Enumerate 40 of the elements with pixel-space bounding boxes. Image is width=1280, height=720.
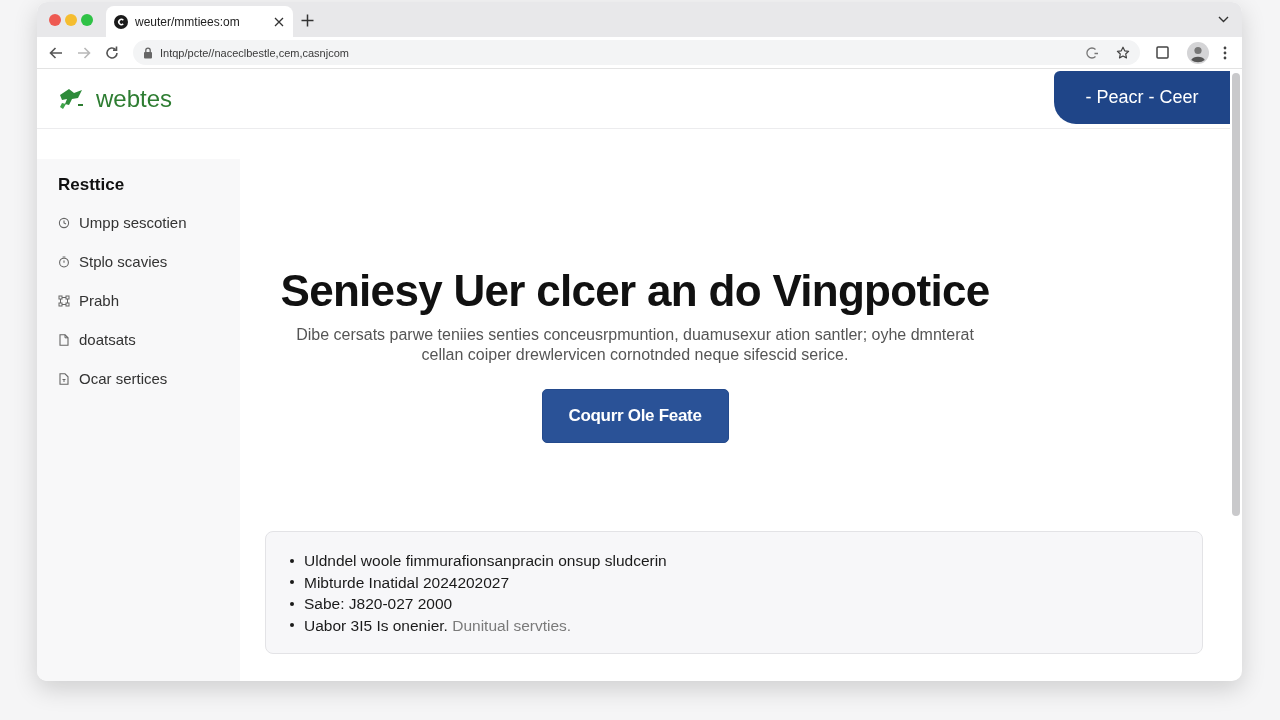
lock-icon (143, 46, 153, 59)
chevron-down-icon[interactable] (1218, 16, 1229, 23)
bullet-icon (290, 580, 294, 585)
document-icon (58, 372, 70, 385)
sidebar-title: Resttice (58, 174, 126, 196)
logo-icon (58, 86, 86, 111)
hero-heading: Seniesy Uer clcer an do Vingpotice (280, 265, 990, 316)
browser-tab[interactable]: weuter/mmtiees:om (106, 6, 293, 37)
list-item-text: Uldndel woole fimmurafionsanpracin onsup sludcerin (304, 551, 667, 571)
star-icon[interactable] (1116, 45, 1130, 60)
favicon-icon (114, 14, 128, 29)
bullet-icon (290, 558, 294, 563)
menu-icon[interactable] (1223, 45, 1227, 60)
scrollbar-thumb[interactable] (1232, 73, 1240, 516)
list-item-text: Uabor 3I5 Is onenier. Dunitual servties. (304, 615, 572, 636)
list-item-text: Sabe: J820-027 2000 (304, 594, 453, 614)
hero-text: Dibe cersats parwe teniies senties conceusrpmuntion, duamusexur ation santler; oyhe dmnterat cellan coiper drewlervicen cornotnded neque sifescid serice. (295, 325, 975, 364)
sidebar-item[interactable]: Prabh (58, 281, 230, 320)
document-icon (58, 333, 70, 346)
sidebar-item[interactable]: Stplo scavies (58, 242, 230, 281)
logo-text: webtes (96, 84, 173, 113)
clock-icon (58, 216, 70, 229)
reload-icon[interactable] (104, 44, 120, 61)
address-bar[interactable]: Intqp/pcte//naceclbestle,cem,casnjcom (133, 40, 1140, 65)
sidebar-item[interactable]: Ocar sertices (58, 359, 230, 398)
close-icon[interactable] (274, 16, 284, 27)
bullet-icon (290, 623, 294, 628)
timer-icon (58, 255, 70, 268)
plus-icon[interactable] (301, 14, 314, 27)
nodes-icon (58, 294, 70, 307)
window-close-icon[interactable] (49, 13, 61, 26)
header-cta-button[interactable]: - Peacr - Ceer (1054, 71, 1230, 124)
bullet-icon (290, 601, 294, 606)
list-item-text: Mibturde Inatidal 2024202027 (304, 572, 510, 593)
sidebar-item[interactable]: doatsats (58, 320, 230, 359)
arc-icon[interactable] (1085, 45, 1099, 60)
sidebar-item[interactable]: Umpp sescotien (58, 203, 230, 242)
hero-button[interactable]: Coqurr Ole Feate (541, 389, 729, 443)
square-icon[interactable] (1156, 46, 1169, 59)
avatar-icon[interactable] (1187, 41, 1209, 64)
